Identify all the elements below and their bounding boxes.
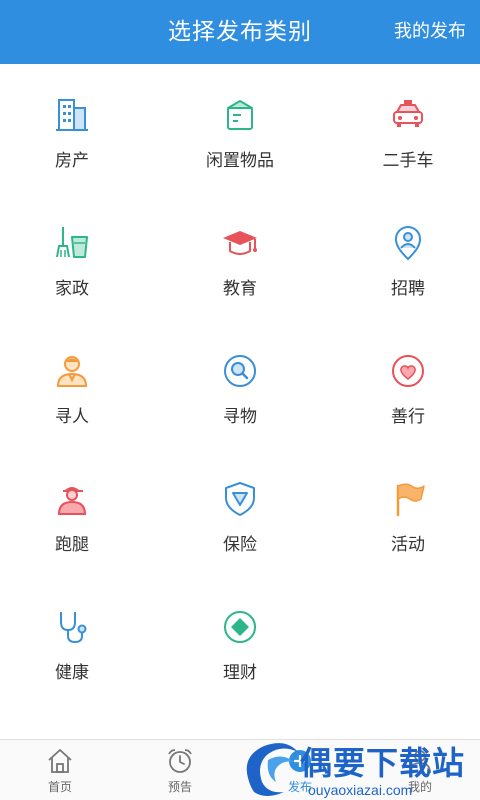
- category-label: 房产: [55, 151, 89, 171]
- top-bar: 选择发布类别 我的发布: [0, 0, 480, 64]
- broom-bucket-icon: [56, 227, 88, 258]
- alarm-clock-icon: [168, 749, 192, 773]
- site-watermark: 偶要下载站 ouyaoxiazai.com: [238, 730, 480, 800]
- box-icon: [227, 100, 253, 130]
- category-insurance[interactable]: 保险: [144, 448, 336, 576]
- category-label: 保险: [223, 535, 257, 555]
- category-label: 招聘: [391, 279, 425, 299]
- category-label: 理财: [223, 663, 257, 683]
- diamond-icon: [224, 611, 256, 643]
- person-icon: [56, 356, 88, 387]
- category-label: 闲置物品: [206, 151, 274, 171]
- category-label: 健康: [55, 663, 89, 683]
- heart-icon: [392, 355, 424, 387]
- watermark-url: ouyaoxiazai.com: [308, 782, 413, 798]
- watermark-logo-icon: [246, 743, 298, 796]
- category-grid: 房产 闲置物品 二手车 家政 教育 招聘 寻人 寻物 善行 跑腿 保险 活动 健…: [0, 64, 480, 704]
- category-idle-items[interactable]: 闲置物品: [144, 64, 336, 192]
- my-publish-button[interactable]: 我的发布: [394, 0, 466, 64]
- tab-preview[interactable]: 预告: [120, 740, 240, 800]
- building-icon: [56, 99, 88, 131]
- category-find-person[interactable]: 寻人: [0, 320, 144, 448]
- category-label: 家政: [55, 279, 89, 299]
- stethoscope-icon: [60, 612, 87, 644]
- courier-icon: [57, 487, 87, 515]
- category-errands[interactable]: 跑腿: [0, 448, 144, 576]
- magnifier-icon: [224, 355, 256, 387]
- tab-label: 预告: [167, 780, 192, 794]
- category-activity[interactable]: 活动: [336, 448, 480, 576]
- category-label: 活动: [391, 535, 425, 555]
- category-real-estate[interactable]: 房产: [0, 64, 144, 192]
- shield-icon: [225, 482, 255, 516]
- category-label: 寻人: [55, 407, 89, 427]
- category-label: 寻物: [223, 407, 257, 427]
- car-icon: [393, 100, 423, 127]
- category-label: 教育: [223, 279, 257, 299]
- category-label: 善行: [391, 407, 425, 427]
- category-housekeeping[interactable]: 家政: [0, 192, 144, 320]
- category-label: 二手车: [382, 151, 434, 171]
- category-used-car[interactable]: 二手车: [336, 64, 480, 192]
- category-finance[interactable]: 理财: [144, 576, 336, 704]
- person-pin-icon: [394, 226, 422, 261]
- watermark-title: 偶要下载站: [300, 744, 466, 782]
- category-education[interactable]: 教育: [144, 192, 336, 320]
- tab-home[interactable]: 首页: [0, 740, 120, 800]
- category-health[interactable]: 健康: [0, 576, 144, 704]
- category-label: 跑腿: [55, 535, 89, 555]
- home-icon: [48, 749, 72, 773]
- tab-label: 首页: [47, 780, 72, 794]
- flag-icon: [396, 483, 425, 517]
- category-find-item[interactable]: 寻物: [144, 320, 336, 448]
- graduation-cap-icon: [223, 231, 257, 255]
- category-recruitment[interactable]: 招聘: [336, 192, 480, 320]
- category-charity[interactable]: 善行: [336, 320, 480, 448]
